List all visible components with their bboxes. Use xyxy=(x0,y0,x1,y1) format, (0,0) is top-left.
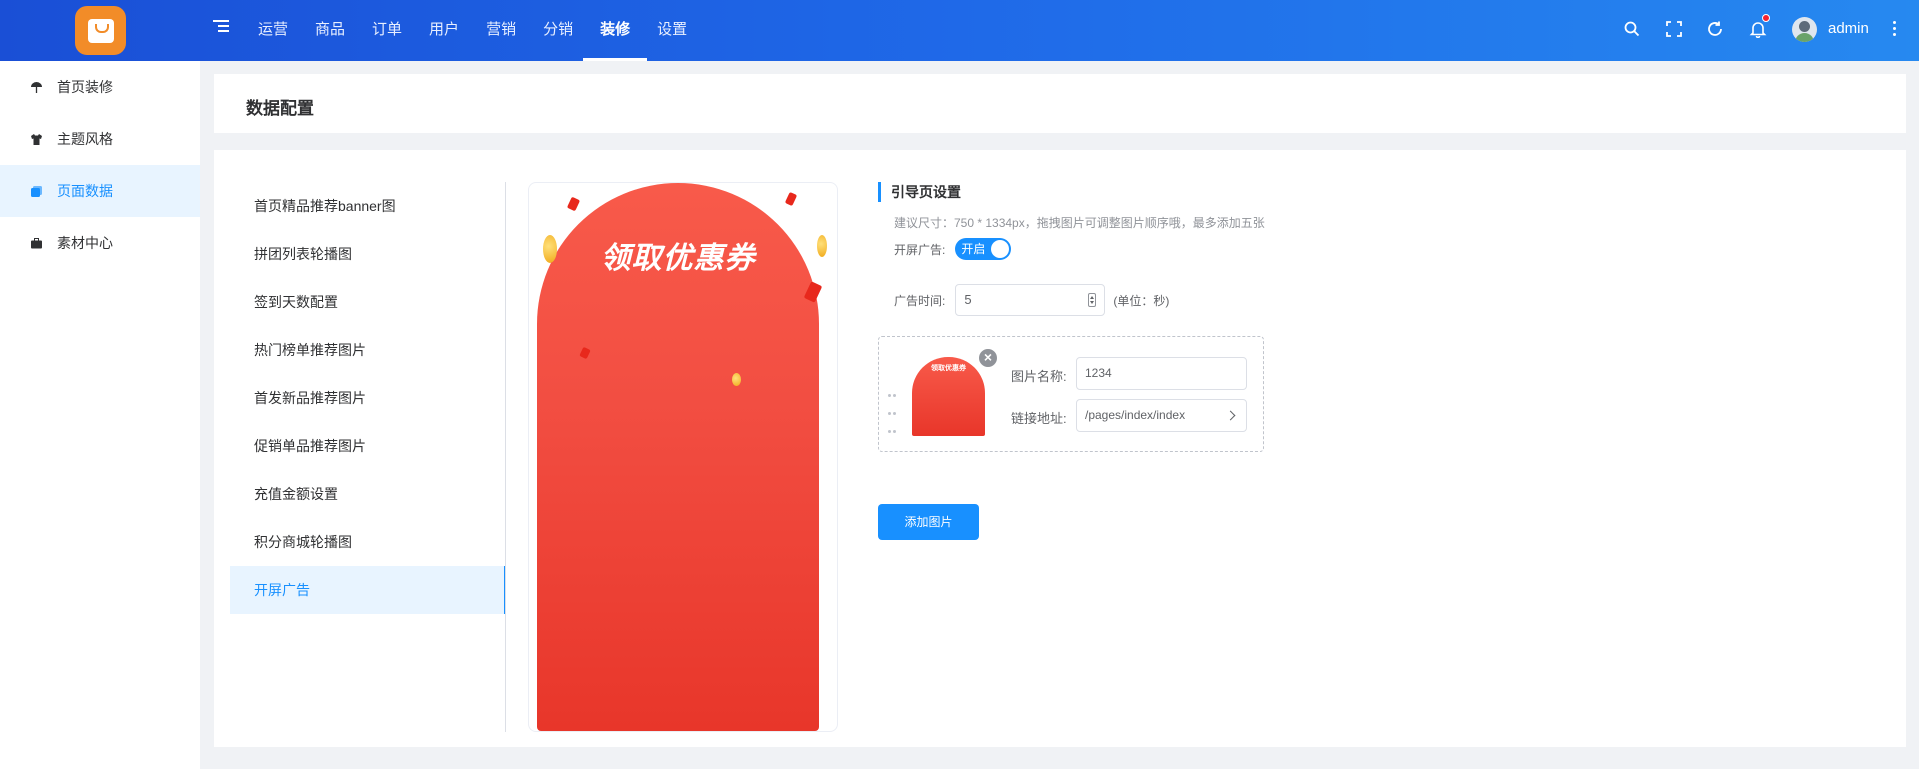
bell-icon[interactable] xyxy=(1749,14,1770,39)
ad-toggle-switch[interactable]: 开启 xyxy=(955,238,1012,260)
chevron-right-icon xyxy=(1225,410,1236,421)
shopping-bag-icon xyxy=(87,18,114,43)
umbrella-icon xyxy=(31,81,42,93)
sidebar-item-page-data[interactable]: 页面数据 xyxy=(0,165,200,217)
sidebar-item-theme-style[interactable]: 主题风格 xyxy=(0,113,200,165)
menu-item-splash-ad[interactable]: 开屏广告 xyxy=(230,566,506,614)
nav-orders[interactable]: 订单 xyxy=(372,0,402,61)
image-item-card[interactable]: 领取优惠券 × 图片名称: 1234 链接地址: /pages/index/in… xyxy=(878,336,1264,452)
envelope-decoration xyxy=(579,346,591,360)
menu-divider xyxy=(505,182,506,732)
ad-switch-row: 开屏广告: 开启 xyxy=(894,238,1012,260)
fullscreen-icon[interactable] xyxy=(1665,20,1683,38)
sidebar-item-label: 首页装修 xyxy=(57,79,113,95)
ad-switch-label: 开屏广告: xyxy=(894,242,946,257)
ad-time-value: 5 xyxy=(964,292,972,307)
menu-fold-icon[interactable] xyxy=(213,20,229,36)
page-header: 数据配置 xyxy=(214,74,1906,133)
coin-decoration xyxy=(732,373,741,386)
sidebar: 首页装修 主题风格 页面数据 素材中心 xyxy=(0,61,200,769)
app-logo[interactable] xyxy=(75,6,126,55)
page-title: 数据配置 xyxy=(246,99,314,118)
search-icon[interactable] xyxy=(1623,20,1641,38)
sidebar-item-label: 主题风格 xyxy=(57,131,113,147)
splash-image-preview: 领取优惠券 xyxy=(537,183,819,731)
coin-decoration xyxy=(543,235,557,263)
ad-time-row: 广告时间: 5 (单位：秒) xyxy=(894,284,1169,316)
menu-item-promotion[interactable]: 促销单品推荐图片 xyxy=(230,422,506,470)
nav-products[interactable]: 商品 xyxy=(315,0,345,61)
sidebar-item-home-decoration[interactable]: 首页装修 xyxy=(0,61,200,113)
top-bar: 运营 商品 订单 用户 营销 分销 装修 设置 admin xyxy=(0,0,1919,61)
briefcase-icon xyxy=(31,237,42,248)
link-value: /pages/index/index xyxy=(1085,408,1186,422)
link-input[interactable]: /pages/index/index xyxy=(1076,399,1247,432)
menu-item-group-carousel[interactable]: 拼团列表轮播图 xyxy=(230,230,506,278)
nav-marketing[interactable]: 营销 xyxy=(486,0,516,61)
refresh-icon[interactable] xyxy=(1706,20,1724,38)
drag-handle-icon[interactable] xyxy=(887,385,899,433)
nav-decoration[interactable]: 装修 xyxy=(583,0,648,61)
more-icon[interactable] xyxy=(1893,21,1897,37)
add-image-button[interactable]: 添加图片 xyxy=(878,504,979,540)
stepper-icon[interactable] xyxy=(1088,293,1097,307)
username[interactable]: admin xyxy=(1828,20,1869,37)
image-thumbnail[interactable]: 领取优惠券 xyxy=(912,357,985,436)
nav-operations[interactable]: 运营 xyxy=(258,0,288,61)
menu-item-home-banner[interactable]: 首页精品推荐banner图 xyxy=(230,182,506,230)
ad-time-label: 广告时间: xyxy=(894,293,946,308)
ad-time-input[interactable]: 5 xyxy=(955,284,1106,316)
menu-item-hot-ranking[interactable]: 热门榜单推荐图片 xyxy=(230,326,506,374)
envelope-decoration xyxy=(784,191,798,207)
sidebar-item-material-center[interactable]: 素材中心 xyxy=(0,217,200,269)
size-hint: 建议尺寸：750 * 1334px，拖拽图片可调整图片顺序哦，最多添加五张 xyxy=(894,216,1265,230)
nav-settings[interactable]: 设置 xyxy=(657,0,687,61)
phone-preview: 领取优惠券 xyxy=(528,182,838,732)
image-name-label: 图片名称: xyxy=(1011,369,1067,384)
ad-time-unit: (单位：秒) xyxy=(1113,293,1170,308)
menu-item-recharge[interactable]: 充值金额设置 xyxy=(230,470,506,518)
section-title: 引导页设置 xyxy=(878,182,1858,202)
menu-item-new-products[interactable]: 首发新品推荐图片 xyxy=(230,374,506,422)
sidebar-item-label: 页面数据 xyxy=(57,183,113,199)
avatar[interactable] xyxy=(1792,17,1817,42)
close-icon[interactable]: × xyxy=(977,347,999,369)
menu-item-sign-in-days[interactable]: 签到天数配置 xyxy=(230,278,506,326)
sidebar-item-label: 素材中心 xyxy=(57,235,113,251)
coin-decoration xyxy=(817,235,827,257)
data-menu: 首页精品推荐banner图 拼团列表轮播图 签到天数配置 热门榜单推荐图片 首发… xyxy=(230,182,506,614)
splash-settings: 引导页设置 建议尺寸：750 * 1334px，拖拽图片可调整图片顺序哦，最多添… xyxy=(878,182,1858,540)
main-card: 首页精品推荐banner图 拼团列表轮播图 签到天数配置 热门榜单推荐图片 首发… xyxy=(214,150,1906,747)
menu-item-points-carousel[interactable]: 积分商城轮播图 xyxy=(230,518,506,566)
thumbnail-text: 领取优惠券 xyxy=(931,365,966,372)
nav-users[interactable]: 用户 xyxy=(429,0,459,61)
pages-icon xyxy=(31,185,42,197)
envelope-decoration xyxy=(566,196,581,212)
preview-banner-text: 领取优惠券 xyxy=(600,242,756,275)
shirt-icon xyxy=(31,133,42,145)
image-name-input[interactable]: 1234 xyxy=(1076,357,1247,390)
link-label: 链接地址: xyxy=(1011,411,1067,426)
top-nav: 运营 商品 订单 用户 营销 分销 装修 设置 xyxy=(258,0,714,61)
notification-badge xyxy=(1762,14,1770,22)
nav-distribution[interactable]: 分销 xyxy=(543,0,573,61)
